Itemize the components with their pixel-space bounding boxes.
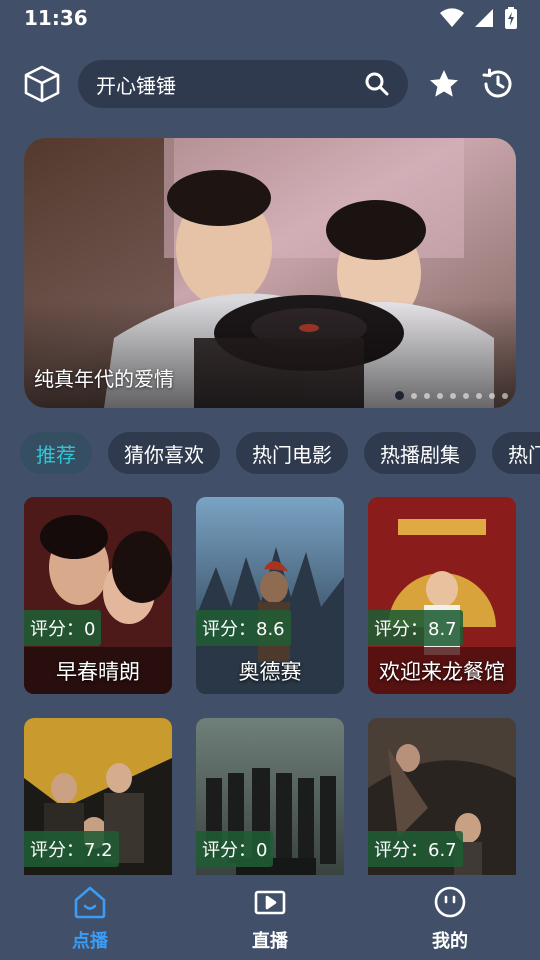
search-input[interactable]: 开心锤锤 <box>78 60 408 108</box>
movie-card[interactable]: 评分：6.7 <box>368 718 516 875</box>
home-icon <box>74 886 106 919</box>
battery-charging-icon <box>505 7 517 29</box>
movie-card[interactable]: 评分：8.6 奥德赛 <box>196 497 344 694</box>
nav-profile[interactable]: 我的 <box>360 876 540 960</box>
favorites-button[interactable] <box>428 68 460 100</box>
signal-icon <box>475 9 493 27</box>
banner-caption: 纯真年代的爱情 <box>34 367 174 391</box>
status-time: 11:36 <box>24 6 88 30</box>
movie-grid: 评分：0 早春晴朗 评分：8.6 奥德赛 评分：8.7 欢迎来龙餐馆 评分：7.… <box>24 497 516 875</box>
carousel-dots[interactable] <box>395 391 508 400</box>
play-icon <box>254 890 286 915</box>
profile-icon <box>434 886 466 918</box>
movie-title: 奥德赛 <box>238 660 302 684</box>
search-text: 开心锤锤 <box>96 73 176 98</box>
tab-recommended[interactable]: 推荐 <box>20 432 92 474</box>
rating-badge: 评分：8.7 <box>368 610 463 646</box>
rating-badge: 评分：0 <box>196 831 274 867</box>
history-button[interactable] <box>480 66 516 102</box>
tab-hot-series[interactable]: 热播剧集 <box>364 432 476 474</box>
nav-label: 点播 <box>72 931 108 952</box>
status-bar: 11:36 <box>0 0 540 36</box>
movie-card[interactable]: 评分：0 早春晴朗 <box>24 497 172 694</box>
nav-label: 我的 <box>432 931 468 952</box>
featured-banner[interactable]: 纯真年代的爱情 <box>24 138 516 408</box>
tab-hot-more[interactable]: 热门 <box>492 432 540 474</box>
wifi-icon <box>440 8 464 27</box>
status-icons <box>440 7 518 29</box>
carousel-dot[interactable] <box>395 391 404 400</box>
movie-title: 欢迎来龙餐馆 <box>379 660 505 684</box>
top-bar: 开心锤锤 <box>0 56 540 112</box>
app-logo-button[interactable] <box>22 64 62 104</box>
carousel-dot[interactable] <box>463 392 469 399</box>
tab-guess-you-like[interactable]: 猜你喜欢 <box>108 432 220 474</box>
nav-on-demand[interactable]: 点播 <box>0 876 180 960</box>
history-icon <box>482 68 512 98</box>
movie-card[interactable]: 评分：8.7 欢迎来龙餐馆 <box>368 497 516 694</box>
rating-badge: 评分：7.2 <box>24 831 119 867</box>
category-tabs: 推荐 猜你喜欢 热门电影 热播剧集 热门 <box>20 432 540 474</box>
cube-icon <box>24 65 60 103</box>
carousel-dot[interactable] <box>424 392 430 399</box>
tab-hot-movies[interactable]: 热门电影 <box>236 432 348 474</box>
carousel-dot[interactable] <box>502 392 508 399</box>
nav-live[interactable]: 直播 <box>180 876 360 960</box>
carousel-dot[interactable] <box>437 392 443 399</box>
rating-badge: 评分：6.7 <box>368 831 463 867</box>
bottom-navigation: 点播 直播 我的 <box>0 876 540 960</box>
carousel-dot[interactable] <box>411 392 417 399</box>
rating-badge: 评分：0 <box>24 610 102 646</box>
search-icon[interactable] <box>364 71 390 97</box>
carousel-dot[interactable] <box>450 392 456 399</box>
carousel-dot[interactable] <box>489 392 495 399</box>
star-icon <box>430 70 458 97</box>
movie-card[interactable]: 评分：7.2 <box>24 718 172 875</box>
movie-title: 早春晴朗 <box>56 660 140 684</box>
nav-label: 直播 <box>252 931 288 952</box>
carousel-dot[interactable] <box>476 392 482 399</box>
movie-card[interactable]: 评分：0 <box>196 718 344 875</box>
rating-badge: 评分：8.6 <box>196 610 291 646</box>
